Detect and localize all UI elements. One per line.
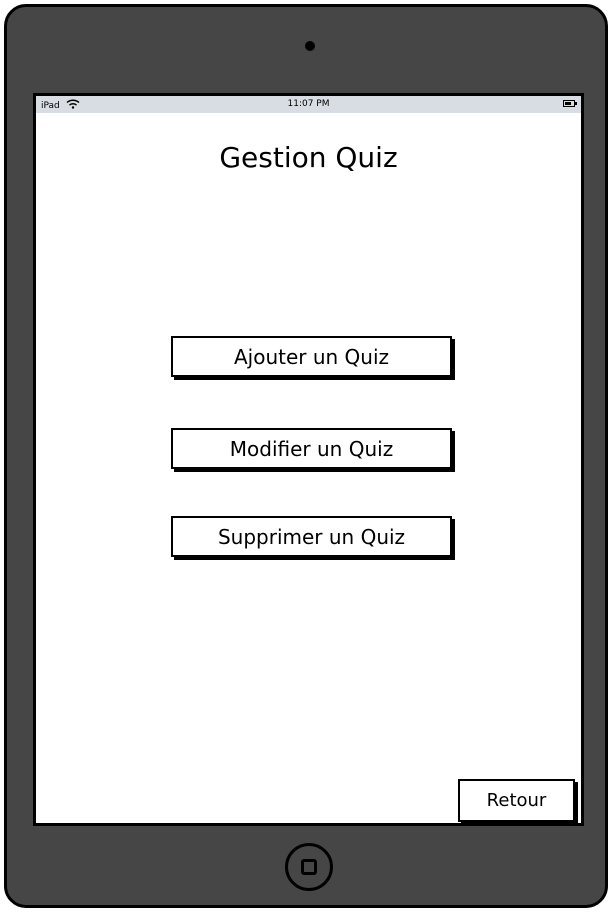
back-button-label: Retour — [486, 790, 547, 811]
status-time: 11:07 PM — [287, 99, 330, 109]
edit-quiz-button[interactable]: Modifier un Quiz — [171, 428, 452, 469]
screen: iPad 11:07 PM Gestion Quiz Ajouter un Qu… — [33, 93, 584, 826]
back-button[interactable]: Retour — [458, 779, 575, 822]
edit-quiz-label: Modifier un Quiz — [229, 436, 394, 461]
page-title: Gestion Quiz — [219, 141, 398, 174]
tablet-frame: iPad 11:07 PM Gestion Quiz Ajouter un Qu… — [4, 4, 608, 908]
add-quiz-button[interactable]: Ajouter un Quiz — [171, 336, 452, 377]
battery-icon — [563, 100, 577, 107]
home-button-icon — [301, 859, 317, 875]
delete-quiz-label: Supprimer un Quiz — [217, 524, 406, 549]
camera-icon — [305, 41, 315, 51]
delete-quiz-button[interactable]: Supprimer un Quiz — [171, 516, 452, 557]
status-bar: iPad 11:07 PM — [36, 96, 581, 113]
home-button[interactable] — [285, 843, 333, 891]
add-quiz-label: Ajouter un Quiz — [233, 344, 390, 369]
